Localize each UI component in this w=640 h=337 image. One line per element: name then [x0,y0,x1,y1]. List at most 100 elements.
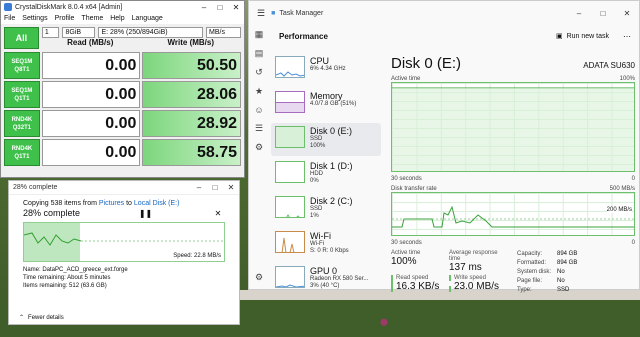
settings-icon[interactable]: ⚙ [255,272,263,283]
prop-value: SSD [557,287,570,293]
minimize-icon[interactable]: – [196,3,212,12]
stat-active-value: 100% [391,256,417,267]
services-icon[interactable]: ⚙ [255,142,263,153]
read-value: 0.00 [41,139,141,166]
test-button[interactable]: RND4K Q32T1 [4,110,40,137]
drive-select[interactable]: E: 28% (250/894GiB) [98,27,204,38]
history-icon[interactable]: ↺ [255,67,263,78]
resource-name: Disk 2 (C:) [310,196,353,206]
all-button[interactable]: All [4,27,39,49]
menu-language[interactable]: Language [132,15,163,22]
count-select[interactable]: 1 [41,27,60,38]
copy-percent: 28% complete [23,208,81,218]
copy-speed: Speed: 22.8 MB/s [173,253,221,259]
menu-profile[interactable]: Profile [55,15,75,22]
app-icon: ■ [271,9,276,17]
test-button[interactable]: SEQ1M Q1T1 [4,81,40,108]
test-label: RND4K [11,116,33,123]
maximize-icon[interactable]: □ [591,9,615,18]
menu-file[interactable]: File [4,15,15,22]
minimize-icon[interactable]: – [567,9,591,18]
maximize-icon[interactable]: □ [212,3,228,12]
copy-titlebar: 28% complete – □ ✕ [9,181,239,195]
copy-time: Time remaining: About 5 minutes [23,275,111,281]
performance-icon[interactable]: ▤ [255,48,264,59]
test-sublabel: Q32T1 [12,124,32,131]
startup-icon[interactable]: ★ [255,86,263,97]
read-value: 0.00 [41,52,141,79]
more-icon[interactable]: ⋯ [623,32,631,41]
resource-wifi[interactable]: Wi-Fi Wi-Fi S: 0 R: 0 Kbps [271,228,381,261]
run-new-task-button[interactable]: ▣ Run new task [556,32,609,41]
memory-thumbnail [275,91,305,113]
copy-name: Name: DataPC_ACD_greece_ext.forge [23,267,128,273]
disk-properties: Capacity: 894 GB Formatted: 894 GB System … [517,250,577,295]
write-value: 28.92 [142,110,241,137]
maximize-icon[interactable]: □ [207,183,223,192]
resource-list: CPU 6% 4.34 GHz Memory 4.0/7.8 GB (51%) Di… [271,53,381,298]
resource-disk0[interactable]: Disk 0 (E:) SSD 100% [271,123,381,156]
copy-items: Items remaining: 512 (63.6 GB) [23,283,107,289]
disk1-thumbnail [275,161,305,183]
close-icon[interactable]: ✕ [223,183,239,192]
prop-key: Page file: [517,278,543,284]
resource-disk2[interactable]: Disk 2 (C:) SSD 1% [271,193,381,226]
zero-label: 0 [631,240,635,246]
resource-gpu0[interactable]: GPU 0 Radeon RX 580 Ser... 3% (40 °C) [271,263,381,296]
drive-value: E: 28% (250/894GiB) [101,29,168,36]
prop-value: 894 GB [557,251,578,257]
wifi-thumbnail [275,231,305,253]
details-icon[interactable]: ☰ [255,123,263,134]
resource-name: Memory [310,91,343,101]
transfer-rate-chart: 200 MB/s [391,192,635,236]
resource-detail: 4.0/7.8 GB (51%) [310,101,357,107]
fewer-details-button[interactable]: ⌃ Fewer details [19,314,64,322]
test-sublabel: Q1T1 [14,153,30,160]
seconds-label: 30 seconds [391,176,422,182]
resource-usage: 0% [310,178,319,184]
menu-settings[interactable]: Settings [22,15,47,22]
resource-name: Disk 0 (E:) [310,126,353,136]
stat-response-label: Average response time [449,250,498,262]
bench-row: RND4K Q1T1 0.00 58.75 [4,139,241,166]
source-link[interactable]: Pictures [99,200,124,207]
zero-label: 0 [631,176,635,182]
unit-select[interactable]: MB/s [206,27,241,38]
test-button[interactable]: RND4K Q1T1 [4,139,40,166]
resource-cpu[interactable]: CPU 6% 4.34 GHz [271,53,381,86]
unit-value: MB/s [209,29,225,36]
test-sublabel: Q1T1 [14,95,30,102]
resource-usage: 3% (40 °C) [310,283,340,289]
copy-title: 28% complete [13,184,58,191]
resource-detail: HDD [310,171,323,177]
task-manager-window: ☰ ■ Task Manager – □ ✕ ▦ ▤ ↺ ★ ☺ ☰ ⚙ ⚙ P… [248,0,640,293]
minimize-icon[interactable]: – [191,183,207,192]
prop-key: Formatted: [517,260,547,266]
tm-titlebar: ☰ ■ Task Manager – □ ✕ [249,1,639,25]
menu-help[interactable]: Help [110,15,124,22]
close-icon[interactable]: ✕ [228,3,244,12]
processes-icon[interactable]: ▦ [255,29,264,40]
copy-description: Copying 538 items from Pictures to Local… [9,195,239,207]
bench-row: SEQ1M Q8T1 0.00 50.50 [4,52,241,79]
cpu-thumbnail [275,56,305,78]
stat-read-value: 16.3 KB/s [396,281,440,292]
size-select[interactable]: 8GiB [62,27,96,38]
crystaldiskmark-window: CrystalDiskMark 8.0.4 x64 [Admin] – □ ✕ … [0,0,245,178]
size-value: 8GiB [65,29,81,36]
resource-disk1[interactable]: Disk 1 (D:) HDD 0% [271,158,381,191]
menu-theme[interactable]: Theme [81,15,103,22]
disk2-thumbnail [275,196,305,218]
close-icon[interactable]: ✕ [615,9,639,18]
resource-memory[interactable]: Memory 4.0/7.8 GB (51%) [271,88,381,121]
copy-prefix: Copying 538 items from [23,200,99,207]
users-icon[interactable]: ☺ [254,105,263,115]
cancel-icon[interactable]: ✕ [211,209,225,218]
pause-icon[interactable]: ❚❚ [139,209,153,218]
hamburger-icon[interactable]: ☰ [257,8,265,19]
destination-link[interactable]: Local Disk (E:) [134,200,180,207]
prop-value: No [557,269,565,275]
copy-mid: to [124,200,134,207]
resource-name: Wi-Fi [310,231,331,241]
test-button[interactable]: SEQ1M Q8T1 [4,52,40,79]
